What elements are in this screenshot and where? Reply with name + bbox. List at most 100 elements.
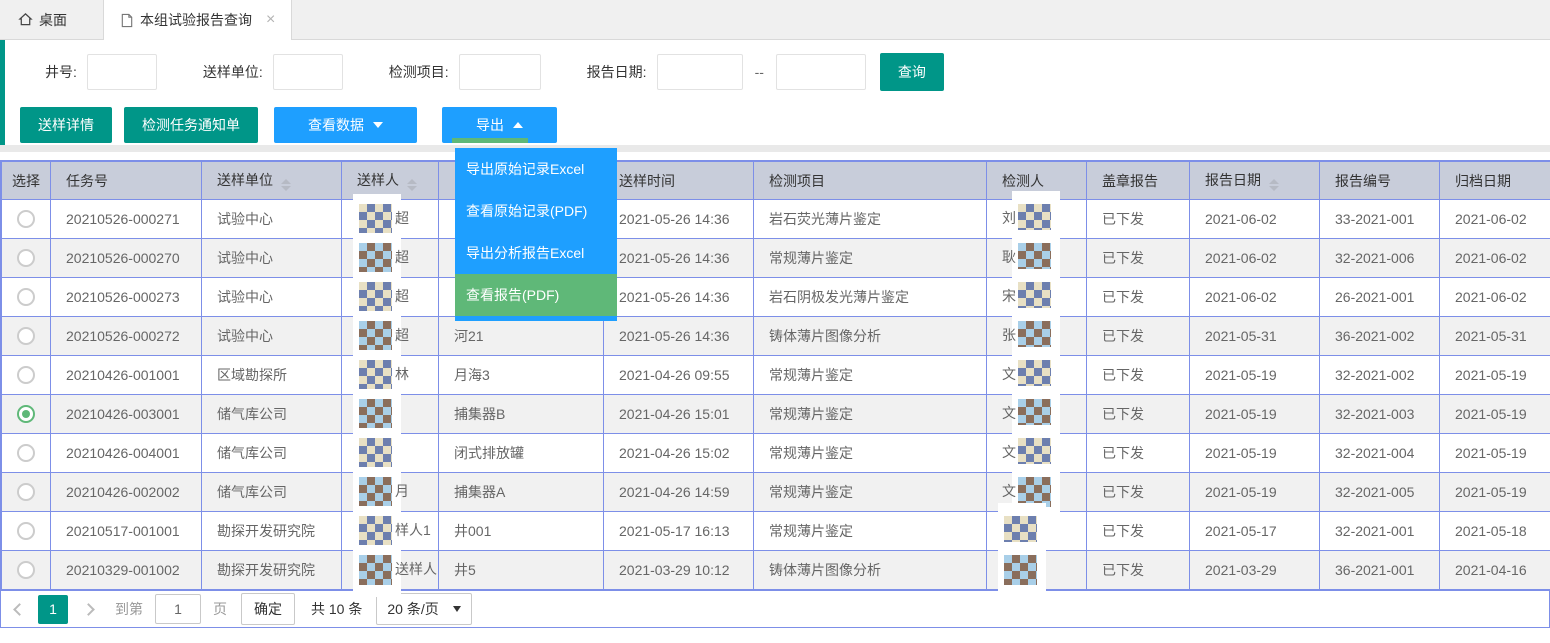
well-no-cell: 井001	[439, 512, 604, 551]
confirm-button[interactable]: 确定	[241, 593, 295, 625]
menu-item-view-report-pdf[interactable]: 查看报告(PDF)	[455, 274, 617, 316]
sample-unit-cell: 区域勘探所	[202, 356, 342, 395]
seal-status-cell: 已下发	[1087, 473, 1190, 512]
export-label: 导出	[476, 115, 504, 135]
sort-icon[interactable]	[407, 179, 417, 191]
file-icon	[120, 13, 134, 28]
row-select-radio[interactable]	[17, 366, 35, 384]
table-row: 20210426-001001 区域勘探所 林 月海3 2021-04-26 0…	[2, 356, 1550, 395]
sort-icon[interactable]	[1269, 179, 1279, 191]
page-unit-label: 页	[213, 599, 227, 619]
header-seal-report: 盖章报告	[1087, 162, 1190, 200]
per-page-select[interactable]: 20 条/页	[376, 593, 471, 625]
report-no-cell: 32-2021-004	[1320, 434, 1440, 473]
task-no-cell: 20210426-003001	[51, 395, 202, 434]
report-no-cell: 32-2021-001	[1320, 512, 1440, 551]
header-report-date[interactable]: 报告日期	[1190, 162, 1320, 200]
sample-time-cell: 2021-05-26 14:36	[604, 278, 754, 317]
task-no-cell: 20210526-000271	[51, 200, 202, 239]
well-no-input[interactable]	[87, 54, 157, 90]
report-no-cell: 32-2021-006	[1320, 239, 1440, 278]
sender-visible-text: 送样人	[395, 561, 437, 577]
test-item-cell: 常规薄片鉴定	[754, 434, 987, 473]
tester-visible-text: 文	[1002, 444, 1016, 460]
redacted-sender-name	[357, 438, 395, 468]
caret-down-icon	[373, 122, 383, 128]
well-no-label: 井号:	[45, 62, 77, 82]
menu-item-view-raw-pdf[interactable]: 查看原始记录(PDF)	[455, 190, 617, 232]
report-date-cell: 2021-05-19	[1190, 434, 1320, 473]
prev-page-icon[interactable]	[13, 603, 26, 616]
toolbar: 送样详情 检测任务通知单 查看数据 导出	[0, 104, 1550, 145]
tab-report-query[interactable]: 本组试验报告查询 ×	[103, 0, 292, 40]
redacted-tester-name	[1002, 555, 1040, 585]
sample-unit-cell: 试验中心	[202, 317, 342, 356]
report-no-cell: 36-2021-001	[1320, 551, 1440, 590]
redacted-sender-name	[357, 516, 395, 546]
well-no-cell: 井5	[439, 551, 604, 590]
test-item-cell: 岩石阴极发光薄片鉴定	[754, 278, 987, 317]
search-button[interactable]: 查询	[880, 53, 944, 91]
sender-visible-text: 林	[395, 366, 409, 382]
report-date-from-input[interactable]	[657, 54, 743, 90]
redacted-sender-name	[357, 477, 395, 507]
sender-visible-text: 样人1	[395, 522, 431, 538]
menu-item-export-raw-excel[interactable]: 导出原始记录Excel	[455, 148, 617, 190]
report-query-page: 桌面 本组试验报告查询 × 井号: 送样单位: 检测项目: 报告日期: --	[0, 0, 1550, 643]
export-button[interactable]: 导出	[442, 107, 557, 143]
sample-detail-button[interactable]: 送样详情	[20, 107, 112, 143]
sample-time-cell: 2021-04-26 14:59	[604, 473, 754, 512]
task-no-cell: 20210426-002002	[51, 473, 202, 512]
task-notice-button[interactable]: 检测任务通知单	[124, 107, 258, 143]
pagination-bar: 1 到第 页 确定 共 10 条 20 条/页	[1, 590, 1549, 627]
view-data-button[interactable]: 查看数据	[274, 107, 417, 143]
page-number-button[interactable]: 1	[38, 595, 68, 624]
redacted-sender-name	[357, 243, 395, 273]
row-select-radio[interactable]	[17, 522, 35, 540]
row-select-radio[interactable]	[17, 405, 35, 423]
tab-desktop[interactable]: 桌面	[0, 0, 85, 39]
test-item-cell: 铸体薄片图像分析	[754, 551, 987, 590]
divider-band	[0, 145, 1550, 152]
header-archive-date: 归档日期	[1440, 162, 1550, 200]
menu-item-export-analysis-excel[interactable]: 导出分析报告Excel	[455, 232, 617, 274]
test-item-input[interactable]	[459, 54, 541, 90]
header-sample-unit[interactable]: 送样单位	[202, 162, 342, 200]
sender-visible-text: 超	[395, 288, 409, 304]
row-select-radio[interactable]	[17, 327, 35, 345]
report-date-cell: 2021-05-19	[1190, 356, 1320, 395]
goto-page-input[interactable]	[155, 594, 201, 624]
redacted-sender-name	[357, 360, 395, 390]
tester-visible-text: 宋	[1002, 288, 1016, 304]
row-select-radio[interactable]	[17, 444, 35, 462]
sort-icon[interactable]	[281, 179, 291, 191]
tester-visible-text: 刘	[1002, 210, 1016, 226]
view-data-label: 查看数据	[308, 115, 364, 135]
row-select-radio[interactable]	[17, 561, 35, 579]
tester-visible-text: 文	[1002, 405, 1016, 421]
sender-cell: 送样人	[342, 551, 439, 590]
row-select-radio[interactable]	[17, 483, 35, 501]
row-select-radio[interactable]	[17, 288, 35, 306]
row-select-radio[interactable]	[17, 249, 35, 267]
sample-time-cell: 2021-05-17 16:13	[604, 512, 754, 551]
seal-status-cell: 已下发	[1087, 512, 1190, 551]
report-date-to-input[interactable]	[776, 54, 866, 90]
sample-unit-input[interactable]	[273, 54, 343, 90]
table-row: 20210329-001002 勘探开发研究院 送样人 井5 2021-03-2…	[2, 551, 1550, 590]
close-tab-icon[interactable]: ×	[266, 12, 275, 28]
sample-time-cell: 2021-05-26 14:36	[604, 239, 754, 278]
redacted-sender-name	[357, 282, 395, 312]
table-row: 20210526-000273 试验中心 超 2021-05-26 14:36 …	[2, 278, 1550, 317]
home-icon	[18, 12, 33, 27]
report-date-cell: 2021-06-02	[1190, 239, 1320, 278]
table-row: 20210526-000272 试验中心 超 河21 2021-05-26 14…	[2, 317, 1550, 356]
tab-bar: 桌面 本组试验报告查询 ×	[0, 0, 1550, 40]
row-select-radio[interactable]	[17, 210, 35, 228]
sample-time-cell: 2021-05-26 14:36	[604, 200, 754, 239]
next-page-icon[interactable]	[82, 603, 95, 616]
report-date-cell: 2021-05-19	[1190, 473, 1320, 512]
test-item-cell: 岩石荧光薄片鉴定	[754, 200, 987, 239]
report-no-cell: 32-2021-005	[1320, 473, 1440, 512]
archive-date-cell: 2021-05-19	[1440, 356, 1550, 395]
